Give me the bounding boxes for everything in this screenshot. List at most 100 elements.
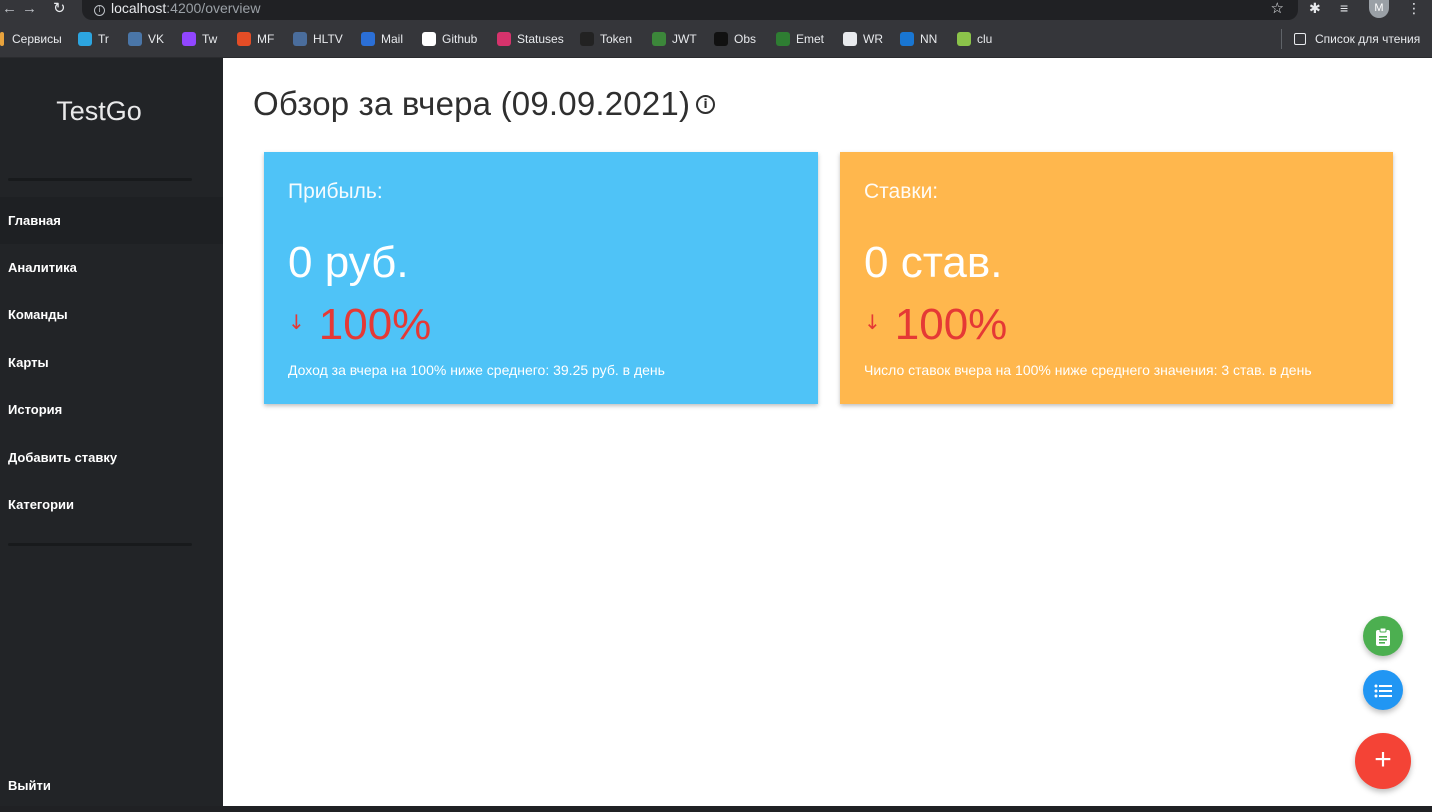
bets-change: ↓ 100% (864, 300, 1007, 350)
back-icon[interactable]: ← (2, 0, 17, 18)
clipboard-icon (1376, 627, 1390, 647)
bookmark-label: Emet (796, 32, 825, 46)
bookmark-favicon-icon (361, 32, 375, 46)
bookmark-label: Statuses (517, 32, 564, 46)
bookmark-label: clu (977, 32, 993, 46)
bookmark-label: Mail (381, 32, 404, 46)
sidebar: TestGo Главная Аналитика Команды Карты И… (0, 58, 223, 806)
bookmark-label: NN (920, 32, 938, 46)
list-icon (1374, 684, 1392, 698)
forward-icon[interactable]: → (22, 0, 37, 18)
site-info-icon[interactable]: i (94, 5, 105, 16)
bookmark-label: Token (600, 32, 633, 46)
reading-list-button[interactable]: Список для чтения (1281, 29, 1420, 49)
profit-note: Доход за вчера на 100% ниже среднего: 39… (288, 362, 665, 378)
profile-avatar[interactable]: M (1369, 0, 1389, 18)
bookmark-star-icon[interactable]: ☆ (1271, 0, 1284, 17)
bookmark-favicon-icon (714, 32, 728, 46)
bookmark-item[interactable]: MF (237, 31, 274, 47)
info-icon[interactable]: i (696, 95, 716, 114)
bookmark-label: WR (863, 32, 883, 46)
reading-list-label: Список для чтения (1315, 32, 1421, 46)
bookmark-favicon-icon (128, 32, 142, 46)
clipboard-fab-button[interactable] (1363, 616, 1403, 656)
profit-change: ↓ 100% (288, 300, 431, 350)
bookmark-label: Tw (202, 32, 218, 46)
sidebar-item-history[interactable]: История (0, 386, 223, 433)
bookmark-label: Tr (98, 32, 109, 46)
sidebar-divider (8, 543, 192, 546)
bookmark-label: Сервисы (12, 32, 62, 46)
bookmark-favicon-icon (0, 32, 4, 46)
bookmark-label: HLTV (313, 32, 343, 46)
bookmark-item[interactable]: Github (422, 31, 477, 47)
address-bar[interactable]: i localhost:4200/overview ☆ (82, 0, 1298, 20)
bookmark-label: VK (148, 32, 165, 46)
bets-label: Ставки: (864, 180, 939, 203)
bookmark-item[interactable]: HLTV (293, 31, 343, 47)
bets-change-value: 100% (894, 300, 1008, 349)
bookmark-label: JWT (672, 32, 697, 46)
page-title: Обзор за вчера (09.09.2021) i (253, 85, 716, 123)
page-title-text: Обзор за вчера (09.09.2021) (253, 85, 691, 122)
url-host: localhost (111, 0, 167, 16)
add-fab-button[interactable]: + (1355, 733, 1411, 789)
bookmark-item[interactable]: Emet (776, 31, 824, 47)
profit-label: Прибыль: (288, 180, 383, 203)
bookmark-item[interactable]: Tr (78, 31, 109, 47)
sidebar-item-categories[interactable]: Категории (0, 481, 223, 528)
profit-value: 0 руб. (288, 238, 409, 287)
bookmark-favicon-icon (237, 32, 251, 46)
reload-icon[interactable]: ↻ (53, 0, 66, 18)
bookmark-item[interactable]: VK (128, 31, 164, 47)
sidebar-item-add-bet[interactable]: Добавить ставку (0, 434, 223, 481)
plus-icon: + (1374, 743, 1392, 776)
bets-note: Число ставок вчера на 100% ниже среднего… (864, 362, 1312, 378)
reading-list-icon (1294, 33, 1306, 45)
sidebar-item-analytics[interactable]: Аналитика (0, 244, 223, 291)
bookmark-favicon-icon (422, 32, 436, 46)
arrow-down-icon: ↓ (288, 310, 305, 334)
bookmark-item[interactable]: Mail (361, 31, 403, 47)
bets-value: 0 став. (864, 238, 1003, 287)
bookmark-label: Obs (734, 32, 757, 46)
bookmark-favicon-icon (497, 32, 511, 46)
bookmark-item[interactable]: clu (957, 31, 992, 47)
bookmark-favicon-icon (843, 32, 857, 46)
url-path: :4200/overview (166, 0, 261, 16)
profit-card: Прибыль: 0 руб. ↓ 100% Доход за вчера на … (264, 152, 818, 404)
bookmark-item[interactable]: NN (900, 31, 937, 47)
bookmark-item[interactable]: JWT (652, 31, 697, 47)
bookmarks-bar: Сервисы Tr VK Tw MF HLTV Mail Github Statuses Tok… (0, 20, 1432, 58)
sidebar-item-maps[interactable]: Карты (0, 339, 223, 386)
bookmark-item[interactable]: Statuses (497, 31, 564, 47)
profit-change-value: 100% (318, 300, 432, 349)
bookmark-favicon-icon (580, 32, 594, 46)
main-content: Обзор за вчера (09.09.2021) i Прибыль: 0 … (223, 58, 1432, 806)
sidebar-divider (8, 178, 192, 181)
bookmark-favicon-icon (652, 32, 666, 46)
bets-card: Ставки: 0 став. ↓ 100% Число ставок вчера… (840, 152, 1393, 404)
menu-icon[interactable]: ⋮ (1407, 0, 1421, 18)
arrow-down-icon: ↓ (864, 310, 881, 334)
media-control-icon[interactable]: ≡ (1340, 0, 1348, 18)
sidebar-item-teams[interactable]: Команды (0, 291, 223, 338)
bookmark-item[interactable]: WR (843, 31, 883, 47)
bookmark-favicon-icon (78, 32, 92, 46)
bookmark-favicon-icon (900, 32, 914, 46)
brand-logo[interactable]: TestGo (0, 96, 198, 127)
extensions-icon[interactable]: ✱ (1309, 0, 1321, 18)
bookmark-favicon-icon (957, 32, 971, 46)
bookmark-favicon-icon (293, 32, 307, 46)
bookmark-favicon-icon (182, 32, 196, 46)
bookmark-label: Github (442, 32, 478, 46)
list-fab-button[interactable] (1363, 670, 1403, 710)
sidebar-item-home[interactable]: Главная (0, 197, 223, 244)
bottom-strip (0, 806, 1432, 812)
bookmark-item[interactable]: Token (580, 31, 632, 47)
bookmark-item[interactable]: Obs (714, 31, 756, 47)
bookmark-item[interactable]: Tw (182, 31, 217, 47)
logout-link[interactable]: Выйти (8, 778, 51, 793)
bookmark-label: MF (257, 32, 275, 46)
bookmark-item[interactable]: Сервисы (0, 31, 62, 47)
